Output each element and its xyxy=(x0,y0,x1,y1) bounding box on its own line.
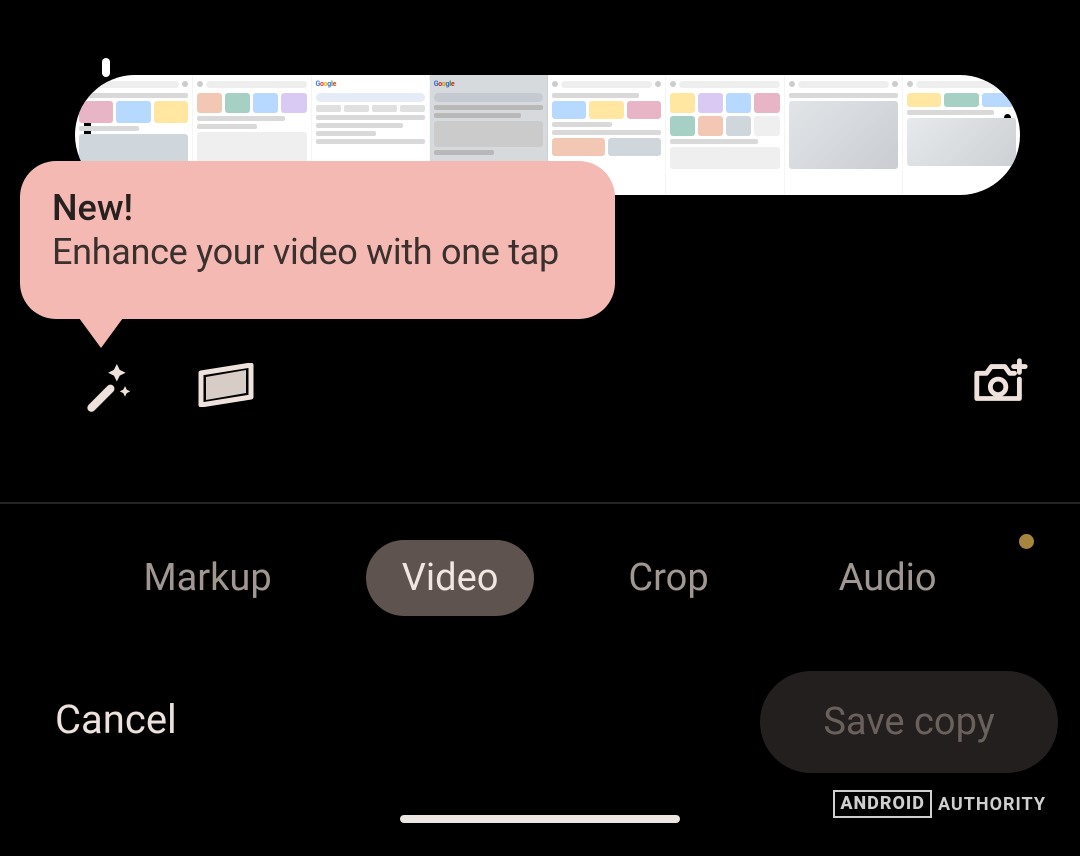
camera-export-button[interactable] xyxy=(971,353,1031,413)
edit-mode-tabs: Markup Video Crop Audio xyxy=(0,540,1080,616)
feature-tooltip: New! Enhance your video with one tap xyxy=(20,161,615,319)
watermark: ANDROID AUTHORITY xyxy=(833,790,1046,818)
watermark-text: AUTHORITY xyxy=(938,794,1046,815)
save-copy-button[interactable]: Save copy xyxy=(760,671,1058,773)
enhance-button[interactable] xyxy=(74,355,134,415)
tab-video[interactable]: Video xyxy=(366,540,535,616)
frame-export-button[interactable] xyxy=(196,355,256,415)
magic-wand-icon xyxy=(76,357,132,413)
skewed-frame-icon xyxy=(197,363,255,407)
camera-plus-icon xyxy=(971,355,1031,411)
tab-crop[interactable]: Crop xyxy=(592,540,744,616)
watermark-box: ANDROID xyxy=(833,790,932,818)
audio-indicator-dot xyxy=(1019,534,1034,549)
tooltip-tail xyxy=(79,318,123,348)
tab-markup[interactable]: Markup xyxy=(107,540,307,616)
video-editor-screen: Google Google 6 New! Enhance your video … xyxy=(0,0,1080,856)
section-divider xyxy=(0,502,1080,504)
android-nav-handle[interactable] xyxy=(400,815,680,823)
tooltip-title: New! xyxy=(52,187,585,229)
tab-audio[interactable]: Audio xyxy=(803,540,973,616)
tool-row xyxy=(0,345,1080,425)
cancel-button[interactable]: Cancel xyxy=(55,696,177,743)
tooltip-body: Enhance your video with one tap xyxy=(52,231,585,273)
